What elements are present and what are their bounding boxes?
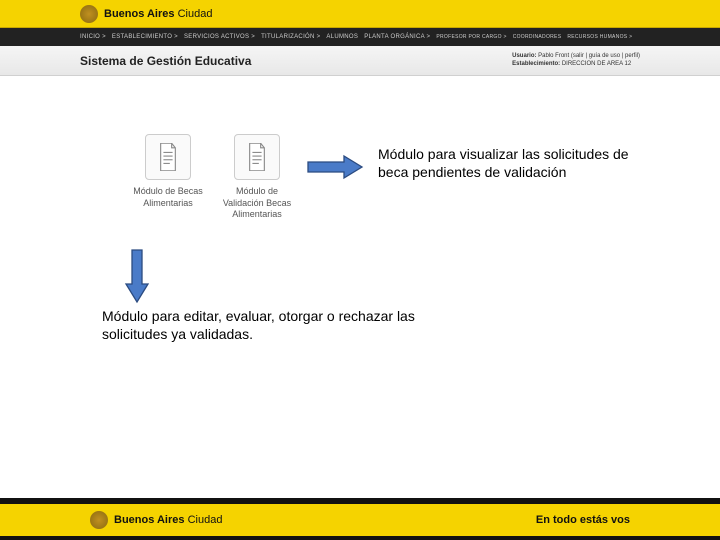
arrow-right-icon (306, 154, 366, 185)
main-nav: INICIO > ESTABLECIMIENTO > SERVICIOS ACT… (0, 28, 720, 46)
footer: Buenos Aires Ciudad En todo estás vos (0, 498, 720, 540)
nav-item[interactable]: PLANTA ORGÁNICA > (364, 34, 430, 40)
nav-item[interactable]: TITULARIZACIÓN > (261, 34, 320, 40)
user-value: Pablo Front (salir | guía de uso | perfi… (538, 53, 640, 59)
nav-item[interactable]: RECURSOS HUMANOS > (567, 34, 632, 40)
footer-brand: Buenos Aires Ciudad (114, 514, 222, 526)
city-shield-icon (80, 5, 98, 23)
nav-item[interactable]: ALUMNOS (326, 34, 358, 40)
brand-bold: Buenos Aires (104, 8, 175, 20)
annotation-visualize: Módulo para visualizar las solicitudes d… (378, 146, 638, 181)
module-validacion[interactable]: Módulo de Validación Becas Alimentarias (222, 134, 292, 221)
system-header: Sistema de Gestión Educativa Usuario: Pa… (0, 46, 720, 76)
header-yellow-bar: Buenos Aires Ciudad (0, 0, 720, 28)
module-validacion-label: Módulo de Validación Becas Alimentarias (222, 186, 292, 221)
user-label: Usuario: (512, 53, 536, 59)
brand-thin: Ciudad (178, 8, 213, 20)
document-icon (145, 134, 191, 180)
establishment-label: Establecimiento: (512, 61, 560, 67)
city-shield-icon (90, 511, 108, 529)
module-becas[interactable]: Módulo de Becas Alimentarias (133, 134, 203, 209)
system-title: Sistema de Gestión Educativa (80, 54, 251, 68)
footer-slogan: En todo estás vos (536, 514, 630, 526)
nav-item[interactable]: INICIO > (80, 34, 106, 40)
content-area: Módulo de Becas Alimentarias Módulo de V… (0, 76, 720, 516)
footer-divider-bottom (0, 536, 720, 540)
arrow-down-icon (124, 248, 150, 309)
module-becas-label: Módulo de Becas Alimentarias (133, 186, 203, 209)
brand-bold: Buenos Aires (114, 514, 185, 526)
document-icon (234, 134, 280, 180)
establishment-value: DIRECCION DE AREA 12 (562, 61, 631, 67)
user-info: Usuario: Pablo Front (salir | guía de us… (512, 53, 640, 69)
brand-thin: Ciudad (188, 514, 223, 526)
annotation-edit: Módulo para editar, evaluar, otorgar o r… (102, 308, 442, 343)
brand-text: Buenos Aires Ciudad (104, 8, 212, 20)
nav-item[interactable]: ESTABLECIMIENTO > (112, 34, 178, 40)
nav-item[interactable]: SERVICIOS ACTIVOS > (184, 34, 255, 40)
nav-item[interactable]: PROFESOR POR CARGO > (436, 34, 506, 40)
nav-item[interactable]: COORDINADORES (513, 34, 562, 40)
footer-yellow-bar: Buenos Aires Ciudad En todo estás vos (0, 504, 720, 536)
